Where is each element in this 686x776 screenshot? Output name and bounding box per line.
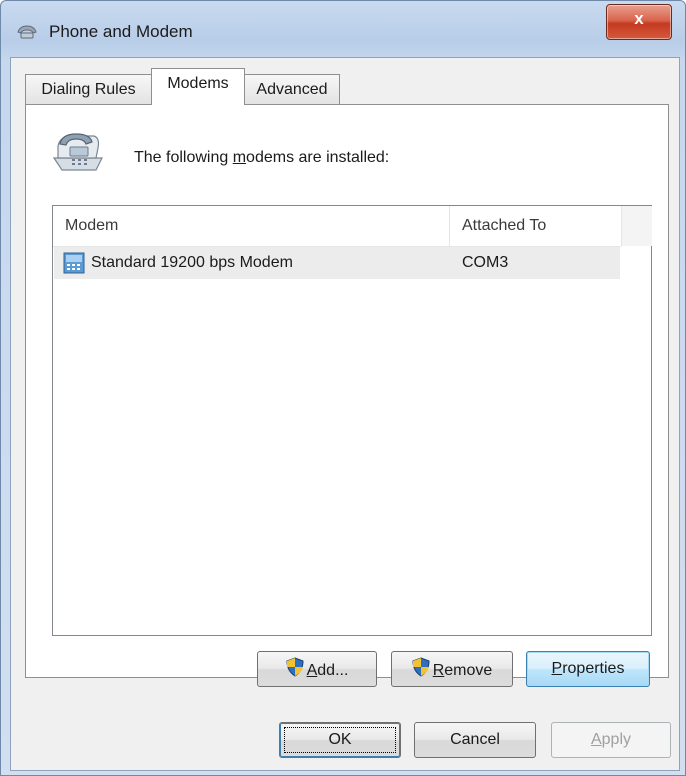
close-button[interactable]: x [606,4,672,40]
add-button[interactable]: Add... [257,651,377,687]
modem-list[interactable]: Modem Attached To Standard 19200 bps Mod… [52,205,652,636]
close-icon: x [634,9,644,28]
modem-icon [63,252,85,274]
list-header: Modem Attached To [53,206,621,247]
remove-button[interactable]: Remove [391,651,513,687]
attached-to-cell: COM3 [462,254,509,271]
cancel-button[interactable]: Cancel [414,722,536,758]
list-item[interactable]: Standard 19200 bps Modem COM3 [54,247,620,279]
modems-tab-panel: The following modems are installed: Mode… [25,104,669,687]
installed-modems-label: The following modems are installed: [134,149,390,166]
telephone-icon [48,128,106,176]
dialog-window: Phone and Modem x Dialing Rules Modems A… [0,0,686,776]
column-header-modem[interactable]: Modem [53,206,449,246]
tab-modems[interactable]: Modems [151,68,245,105]
tab-label: Modems [167,75,229,92]
modem-name-cell: Standard 19200 bps Modem [91,254,293,271]
window-title: Phone and Modem [49,22,193,41]
apply-button[interactable]: Apply [551,722,671,758]
focus-rectangle [284,727,396,753]
uac-shield-icon [412,657,430,682]
tab-advanced[interactable]: Advanced [244,74,340,104]
ok-button[interactable]: OK [279,722,401,758]
tab-label: Advanced [256,81,328,98]
uac-shield-icon [286,657,304,682]
tab-label: Dialing Rules [41,81,136,98]
phone-modem-icon [16,23,38,39]
title-bar[interactable]: Phone and Modem x [1,1,685,57]
header-filler [621,206,652,246]
dialog-client-area: Dialing Rules Modems Advanced The follow… [10,57,680,771]
properties-button[interactable]: Properties [526,651,650,687]
column-header-attached-to[interactable]: Attached To [450,206,621,246]
tab-dialing-rules[interactable]: Dialing Rules [25,74,152,104]
